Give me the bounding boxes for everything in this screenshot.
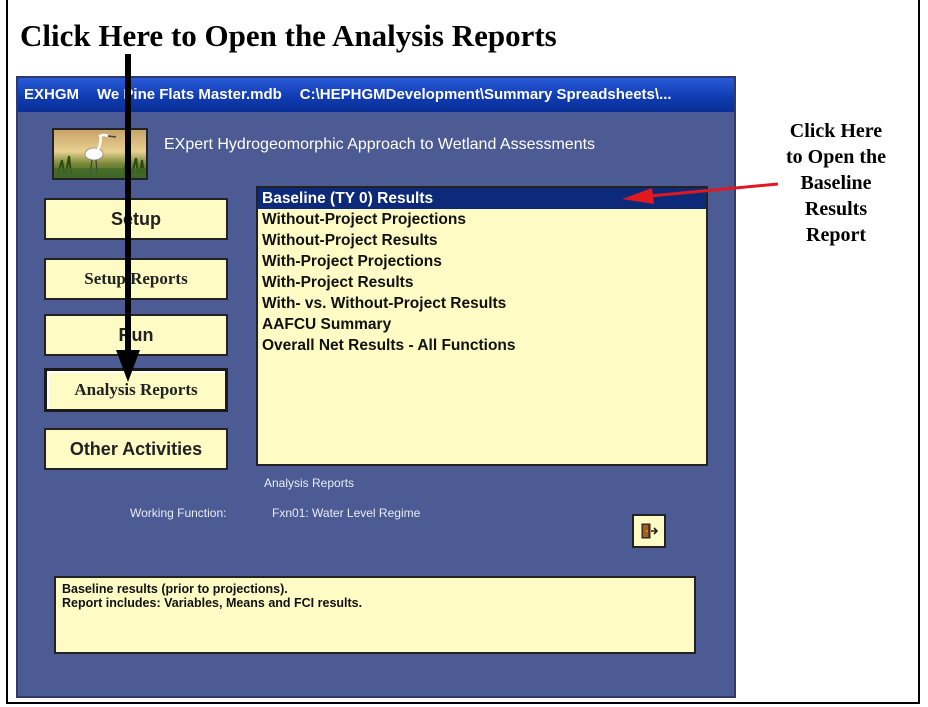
- analysis-reports-button[interactable]: Analysis Reports: [44, 368, 228, 412]
- title-app-name: EXHGM: [24, 86, 80, 103]
- working-function-label: Working Function:: [130, 506, 227, 520]
- description-line-1: Baseline results (prior to projections).: [62, 582, 288, 596]
- setup-reports-button[interactable]: Setup Reports: [44, 258, 228, 300]
- title-db-name: We Pine Flats Master.mdb: [97, 86, 282, 103]
- list-caption: Analysis Reports: [264, 476, 355, 490]
- exit-door-icon: [641, 523, 659, 539]
- exit-button[interactable]: [632, 514, 666, 548]
- callout-right-line-4: Results: [804, 198, 868, 220]
- list-item-with-project-results[interactable]: With-Project Results: [258, 272, 706, 293]
- callout-right-line-2: to Open the: [786, 146, 886, 168]
- title-path: C:\HEPHGMDevelopment\Summary Spreadsheet…: [299, 86, 672, 103]
- list-item-without-project-projections[interactable]: Without-Project Projections: [258, 209, 706, 230]
- run-button[interactable]: Run: [44, 314, 228, 356]
- list-item-aafcu-summary[interactable]: AAFCU Summary: [258, 314, 706, 335]
- list-item-with-project-projections[interactable]: With-Project Projections: [258, 251, 706, 272]
- report-description: Baseline results (prior to projections).…: [54, 576, 696, 654]
- app-window: EXHGM We Pine Flats Master.mdb C:\HEPHGMDe…: [16, 76, 736, 698]
- callout-right-line-3: Baseline: [800, 172, 872, 194]
- callout-right-line-1: Click Here: [789, 120, 883, 142]
- callout-right: Click Here to Open the Baseline Results …: [748, 118, 924, 248]
- callout-top: Click Here to Open the Analysis Reports: [20, 18, 557, 53]
- working-function-value: Fxn01: Water Level Regime: [272, 506, 421, 520]
- description-line-2: Report includes: Variables, Means and FC…: [62, 596, 363, 610]
- list-item-overall-net-results[interactable]: Overall Net Results - All Functions: [258, 335, 706, 356]
- list-item-without-project-results[interactable]: Without-Project Results: [258, 230, 706, 251]
- reports-list[interactable]: Baseline (TY 0) Results Without-Project …: [256, 186, 708, 466]
- callout-right-line-5: Report: [806, 224, 866, 246]
- heron-logo: [52, 128, 148, 180]
- list-item-with-vs-without-results[interactable]: With- vs. Without-Project Results: [258, 293, 706, 314]
- title-bar[interactable]: EXHGM We Pine Flats Master.mdb C:\HEPHGMDe…: [18, 78, 734, 112]
- setup-button[interactable]: Setup: [44, 198, 228, 240]
- app-title: EXpert Hydrogeomorphic Approach to Wetla…: [164, 136, 596, 153]
- other-activities-button[interactable]: Other Activities: [44, 428, 228, 470]
- list-item-baseline-results[interactable]: Baseline (TY 0) Results: [258, 188, 706, 209]
